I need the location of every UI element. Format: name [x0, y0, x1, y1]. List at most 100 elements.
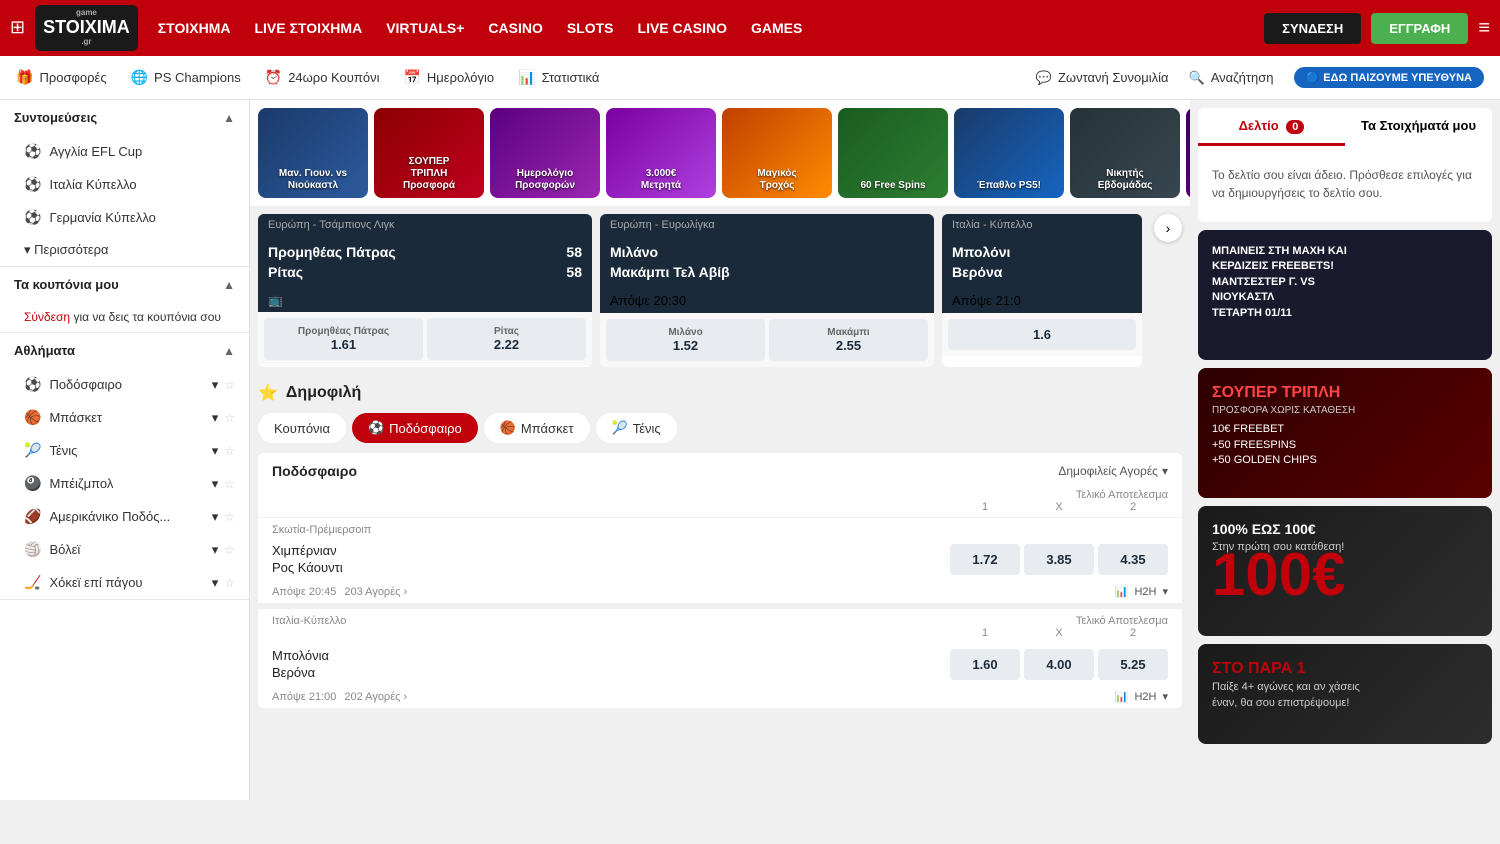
offers-nav-item[interactable]: 🎁 Προσφορές [16, 69, 107, 86]
match-1-h2h-chevron-icon: ▾ [1162, 585, 1168, 598]
shortcuts-header[interactable]: Συντομεύσεις ▲ [0, 100, 249, 135]
banner-free-spins[interactable]: 60 Free Spins [838, 108, 948, 198]
banner-super-triple[interactable]: ΣΟΥΠΕΡΤΡΙΠΛΗΠροσφορά [374, 108, 484, 198]
germany-cup-sport-icon: ⚽ [24, 209, 41, 226]
live-chat-button[interactable]: 💬 Ζωντανή Συνομιλία [1036, 70, 1169, 86]
match-odds-header: Τελικό Αποτελεσμα [571, 489, 1168, 501]
nav-stoixima[interactable]: ΣΤΟΙΧΗΜΑ [158, 20, 231, 36]
match-1-odd3-button[interactable]: 4.35 [1098, 544, 1168, 575]
nav-games[interactable]: GAMES [751, 20, 802, 36]
sidebar-item-germany-cup[interactable]: ⚽ Γερμανία Κύπελλο [0, 201, 249, 234]
coupon-login-text[interactable]: Σύνδεση [24, 310, 70, 324]
nav-casino[interactable]: CASINO [488, 20, 542, 36]
24h-coupon-label: 24ωρο Κουπόνι [288, 70, 379, 85]
match-1-result-header: Τελικό Αποτελεσμα [258, 489, 1182, 501]
match-1-h2h[interactable]: 📊 H2H ▾ [1115, 585, 1168, 598]
sports-header[interactable]: Αθλήματα ▲ [0, 333, 249, 368]
popular-markets-dropdown[interactable]: Δημοφιλείς Αγορές ▾ [1058, 464, 1168, 478]
promo-card-1[interactable]: ΜΠΑΙΝΕΙΣ ΣΤΗ ΜΑΧΗ ΚΑΙ ΚΕΡΔΙΖΕΙΣ FREEBETS… [1198, 230, 1492, 360]
grid-icon[interactable]: ⊞ [10, 17, 25, 38]
match-1-teams-row: Χιμπέρνιαν Ρος Κάουντι 1.72 3.85 4.35 [258, 538, 1182, 580]
sidebar-more-item[interactable]: ▾ Περισσότερα [0, 234, 249, 266]
match-2-markets[interactable]: 202 Αγορές › [344, 691, 407, 703]
match-2-odd2-button[interactable]: 4.00 [1024, 649, 1094, 680]
search-button[interactable]: 🔍 Αναζήτηση [1189, 70, 1274, 86]
sidebar-item-football[interactable]: ⚽ Ποδόσφαιρο ▾ ☆ [0, 368, 249, 401]
bet-slip-tab-delta[interactable]: Δελτίο 0 [1198, 108, 1345, 146]
tab-football[interactable]: ⚽ Ποδόσφαιρο [352, 413, 478, 443]
promo-card-4[interactable]: ΣΤΟ ΠΑΡΑ 1 Παίξε 4+ αγώνες και αν χάσεις… [1198, 644, 1492, 744]
live-match-1-odd2[interactable]: Ρίτας 2.22 [427, 318, 586, 360]
nav-live-casino[interactable]: LIVE CASINO [638, 20, 727, 36]
live-match-1-team1: Προμηθέας Πάτρας 58 [268, 242, 582, 262]
banner-magic-wheel[interactable]: ΜαγικόςΤροχός [722, 108, 832, 198]
sports-chevron-icon: ▲ [223, 344, 235, 358]
match-1-odd2-button[interactable]: 3.85 [1024, 544, 1094, 575]
login-button[interactable]: ΣΥΝΔΕΣΗ [1264, 13, 1361, 44]
stats-nav-item[interactable]: 📊 Στατιστικά [518, 69, 599, 86]
tab-coupons[interactable]: Κουπόνια [258, 413, 346, 443]
tab-basketball[interactable]: 🏀 Μπάσκετ [484, 413, 590, 443]
american-football-fav-icon[interactable]: ☆ [224, 510, 235, 524]
sidebar-item-volleyball[interactable]: 🏐 Βόλεϊ ▾ ☆ [0, 533, 249, 566]
banner-3000-cash-label: 3.000€Μετρητά [641, 168, 681, 192]
promo-card-2[interactable]: ΣΟΥΠΕΡ ΤΡΙΠΛΗ ΠΡΟΣΦΟΡΑ ΧΩΡΙΣ ΚΑΤΑΘΕΣΗ 10… [1198, 368, 1492, 498]
sidebar-item-tennis[interactable]: 🎾 Τένις ▾ ☆ [0, 434, 249, 467]
hamburger-menu-icon[interactable]: ≡ [1478, 17, 1490, 40]
match-1-markets[interactable]: 203 Αγορές › [344, 586, 407, 598]
shortcuts-label: Συντομεύσεις [14, 110, 97, 125]
sidebar-item-basketball[interactable]: 🏀 Μπάσκετ ▾ ☆ [0, 401, 249, 434]
popular-section: ⭐ Δημοφιλή Κουπόνια ⚽ Ποδόσφαιρο 🏀 Μπάσκ… [250, 375, 1190, 722]
live-match-3-league: Ιταλία - Κύπελλο [942, 214, 1142, 236]
sidebar-item-england-efl[interactable]: ⚽ Αγγλία EFL Cup [0, 135, 249, 168]
my-coupons-header[interactable]: Τα κουπόνια μου ▲ [0, 267, 249, 302]
live-match-1-tv-icon: 📺 [268, 293, 283, 307]
football-fav-icon[interactable]: ☆ [224, 378, 235, 392]
banner-calendar-label: ΗμερολόγιοΠροσφορών [515, 168, 575, 192]
site-logo[interactable]: game STOIXIMA .gr [35, 5, 138, 50]
responsible-gaming-button[interactable]: 🔵 ΕΔΩ ΠΑΙΖΟΥΜΕ ΥΠΕΥΘΥΝΑ [1294, 67, 1484, 88]
volleyball-label: Βόλεϊ [49, 542, 80, 557]
register-button[interactable]: ΕΓΓΡΑΦΗ [1371, 13, 1468, 44]
volleyball-fav-icon[interactable]: ☆ [224, 543, 235, 557]
coupon-login-link[interactable]: Σύνδεση για να δεις τα κουπόνια σου [0, 302, 249, 332]
tennis-fav-icon[interactable]: ☆ [224, 444, 235, 458]
live-next-button[interactable]: › [1154, 214, 1182, 242]
match-2-h2h[interactable]: 📊 H2H ▾ [1115, 690, 1168, 703]
bet-slip-tab-my-bets[interactable]: Τα Στοιχήματά μου [1345, 108, 1492, 146]
promo-card-3[interactable]: 100% ΕΩΣ 100€ Στην πρώτη σου κατάθεση! 1… [1198, 506, 1492, 636]
live-match-2-odd2[interactable]: Μακάμπι 2.55 [769, 319, 928, 361]
sidebar-item-baseball[interactable]: 🎱 Μπέιζμπολ ▾ ☆ [0, 467, 249, 500]
nav-virtuals[interactable]: VIRTUALS+ [386, 20, 464, 36]
banner-pragmatic[interactable]: PragmaticBuy Bonus [1186, 108, 1190, 198]
nav-slots[interactable]: SLOTS [567, 20, 614, 36]
stats-icon: 📊 [518, 69, 535, 86]
ps-champions-nav-item[interactable]: 🌐 PS Champions [131, 69, 241, 86]
tab-tennis[interactable]: 🎾 Τένις [596, 413, 677, 443]
24h-coupon-nav-item[interactable]: ⏰ 24ωρο Κουπόνι [265, 69, 380, 86]
banner-ps5-prize[interactable]: Έπαθλο PS5! [954, 108, 1064, 198]
banner-calendar-offers[interactable]: ΗμερολόγιοΠροσφορών [490, 108, 600, 198]
sidebar-item-american-football[interactable]: 🏈 Αμερικάνικο Ποδός... ▾ ☆ [0, 500, 249, 533]
nav-live-stoixima[interactable]: LIVE ΣΤΟΙΧΗΜΑ [254, 20, 362, 36]
live-match-1-odd1[interactable]: Προμηθέας Πάτρας 1.61 [264, 318, 423, 360]
match-2-footer: Απόψε 21:00 202 Αγορές › 📊 H2H ▾ [258, 685, 1182, 708]
calendar-nav-item[interactable]: 📅 Ημερολόγιο [403, 69, 494, 86]
basketball-fav-icon[interactable]: ☆ [224, 411, 235, 425]
live-match-3-odd1[interactable]: 1.6 [948, 319, 1136, 350]
sidebar-item-italy-cup[interactable]: ⚽ Ιταλία Κύπελλο [0, 168, 249, 201]
match-2-odd1-button[interactable]: 1.60 [950, 649, 1020, 680]
match-1-team1: Χιμπέρνιαν [272, 542, 571, 559]
baseball-fav-icon[interactable]: ☆ [224, 477, 235, 491]
more-label: ▾ Περισσότερα [24, 242, 109, 258]
live-chat-label: Ζωντανή Συνομιλία [1058, 70, 1169, 85]
match-2-odd3-button[interactable]: 5.25 [1098, 649, 1168, 680]
stats-bar-icon: 📊 [1115, 585, 1129, 598]
banner-ps-champions[interactable]: Μαν. Γιουν. vsΝιούκαστλ [258, 108, 368, 198]
match-1-odd1-button[interactable]: 1.72 [950, 544, 1020, 575]
banner-weekly-winner[interactable]: ΝικητήςΕβδομάδας [1070, 108, 1180, 198]
ice-hockey-fav-icon[interactable]: ☆ [224, 576, 235, 590]
banner-3000-cash[interactable]: 3.000€Μετρητά [606, 108, 716, 198]
sidebar-item-ice-hockey[interactable]: 🏒 Χόκεϊ επί πάγου ▾ ☆ [0, 566, 249, 599]
live-match-2-odd1[interactable]: Μιλάνο 1.52 [606, 319, 765, 361]
